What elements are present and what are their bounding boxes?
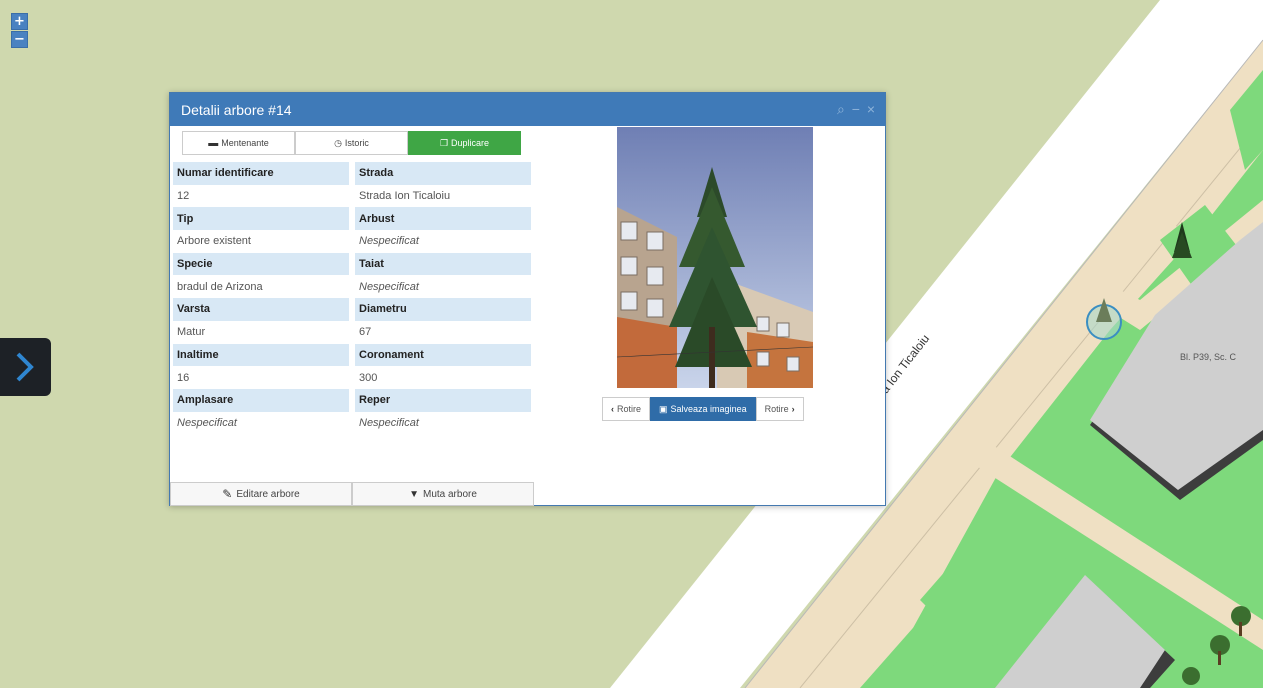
field-label: Diametru bbox=[355, 298, 531, 321]
field-label: Specie bbox=[173, 252, 349, 276]
chevron-right-icon: › bbox=[791, 404, 795, 414]
info-row: 16 300 bbox=[170, 366, 534, 389]
field-value: Matur bbox=[177, 326, 206, 339]
field-value: 12 bbox=[177, 190, 190, 203]
field-value: Nespecificat bbox=[359, 280, 419, 293]
save-icon: ▣ bbox=[659, 403, 668, 414]
field-value: 16 bbox=[177, 371, 190, 384]
tab-mentenante[interactable]: ▬ Mentenante bbox=[182, 131, 295, 155]
pencil-icon: ✎ bbox=[222, 487, 233, 501]
info-row: Matur 67 bbox=[170, 321, 534, 344]
info-row: Inaltime Coronament bbox=[170, 343, 534, 367]
field-value: Arbore existent bbox=[177, 235, 251, 248]
field-label: Tip bbox=[173, 207, 349, 231]
close-icon[interactable]: × bbox=[867, 101, 875, 117]
rotate-left-button[interactable]: ‹ Rotire bbox=[602, 397, 651, 421]
chevron-left-icon: ‹ bbox=[611, 404, 614, 414]
search-icon[interactable]: ⌕ bbox=[837, 101, 845, 117]
zoom-out-button[interactable]: − bbox=[11, 31, 28, 48]
rotate-right-button[interactable]: Rotire › bbox=[755, 397, 804, 421]
button-label: Editare arbore bbox=[236, 488, 300, 500]
field-label: Reper bbox=[355, 388, 531, 412]
info-row: Specie Taiat bbox=[170, 252, 534, 276]
field-label: Amplasare bbox=[173, 388, 349, 412]
field-label: Inaltime bbox=[173, 343, 349, 367]
building-label: Bl. P39, Sc. C bbox=[1180, 352, 1237, 362]
image-controls: ‹ Rotire ▣ Salveaza imaginea Rotire › bbox=[602, 397, 804, 421]
info-row: Tip Arbust bbox=[170, 207, 534, 231]
field-label: Strada bbox=[355, 162, 531, 185]
field-value: 67 bbox=[359, 326, 372, 339]
field-label: Coronament bbox=[355, 343, 531, 367]
field-value: Strada Ion Ticaloiu bbox=[359, 190, 451, 203]
info-row: bradul de Arizona Nespecificat bbox=[170, 275, 534, 298]
info-row: Nespecificat Nespecificat bbox=[170, 412, 534, 435]
map-marker-icon: ▼ bbox=[409, 488, 419, 500]
info-row: Amplasare Reper bbox=[170, 388, 534, 412]
minimize-icon[interactable]: − bbox=[852, 101, 860, 117]
copy-icon: ❐ bbox=[439, 137, 449, 148]
tree-details-panel: Detalii arbore #14 ⌕ − × ▬ Mentenante ◷ … bbox=[169, 92, 886, 506]
tree-photo bbox=[617, 127, 813, 388]
sidebar-toggle-button[interactable] bbox=[0, 338, 51, 396]
info-row: Numar identificare Strada bbox=[170, 162, 534, 185]
field-value: Nespecificat bbox=[359, 416, 419, 429]
field-value: Nespecificat bbox=[359, 235, 419, 248]
field-value: 300 bbox=[359, 371, 378, 384]
tab-label: Istoric bbox=[344, 138, 369, 148]
clock-icon: ◷ bbox=[334, 137, 342, 148]
panel-tabs: ▬ Mentenante ◷ Istoric ❐ Duplicare bbox=[182, 131, 521, 155]
panel-title: Detalii arbore #14 bbox=[181, 102, 292, 118]
panel-controls: ⌕ − × bbox=[834, 101, 875, 118]
zoom-in-button[interactable]: + bbox=[11, 13, 28, 30]
info-row: 12 Strada Ion Ticaloiu bbox=[170, 185, 534, 208]
move-tree-button[interactable]: ▼ Muta arbore bbox=[352, 482, 534, 506]
tab-label: Mentenante bbox=[221, 138, 269, 148]
tab-label: Duplicare bbox=[451, 138, 490, 148]
tree-actions: ✎ Editare arbore ▼ Muta arbore bbox=[170, 482, 534, 506]
truck-icon: ▬ bbox=[208, 137, 219, 149]
button-label: Rotire bbox=[617, 404, 642, 414]
panel-header: Detalii arbore #14 ⌕ − × bbox=[170, 93, 885, 126]
save-image-button[interactable]: ▣ Salveaza imaginea bbox=[650, 397, 756, 421]
field-label: Arbust bbox=[355, 207, 531, 231]
field-label: Varsta bbox=[173, 298, 349, 321]
field-value: Nespecificat bbox=[177, 416, 237, 429]
info-row: Varsta Diametru bbox=[170, 298, 534, 321]
tree-info-grid: Numar identificare Strada 12 Strada Ion … bbox=[170, 162, 534, 434]
info-row: Arbore existent Nespecificat bbox=[170, 230, 534, 253]
button-label: Rotire bbox=[764, 404, 789, 414]
button-label: Salveaza imaginea bbox=[670, 404, 747, 414]
edit-tree-button[interactable]: ✎ Editare arbore bbox=[170, 482, 352, 506]
tab-istoric[interactable]: ◷ Istoric bbox=[295, 131, 408, 155]
field-label: Numar identificare bbox=[173, 162, 349, 185]
field-label: Taiat bbox=[355, 252, 531, 276]
tab-duplicare[interactable]: ❐ Duplicare bbox=[408, 131, 521, 155]
button-label: Muta arbore bbox=[422, 488, 477, 500]
tree-photo-image bbox=[617, 127, 813, 388]
chevron-right-icon bbox=[16, 352, 34, 382]
field-value: bradul de Arizona bbox=[177, 280, 263, 293]
